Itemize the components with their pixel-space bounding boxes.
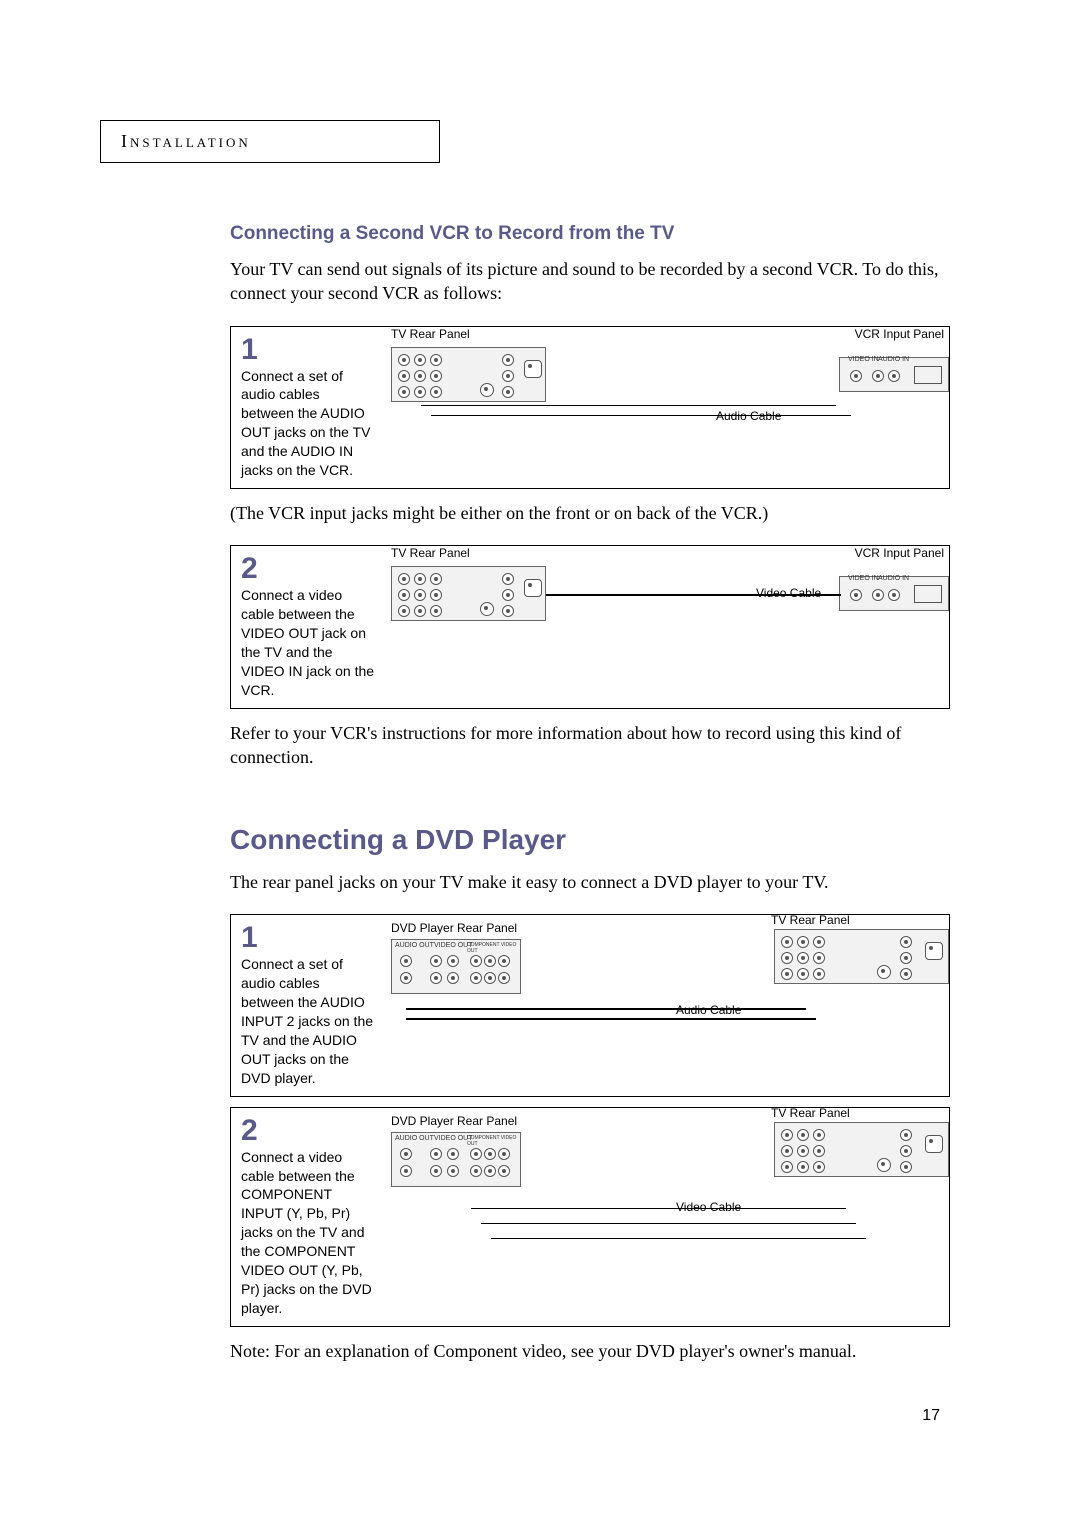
tv-rear-panel-diagram — [774, 1122, 949, 1177]
vcr-step-2: 2 Connect a video cable between the VIDE… — [230, 545, 950, 708]
diagram-area: DVD Player Rear Panel TV Rear Panel Vide… — [386, 1108, 949, 1326]
dvd-rear-panel-diagram: AUDIO OUT VIDEO OUT COMPONENT VIDEO OUT — [391, 1132, 521, 1187]
step-instruction: Connect a video cable between the COMPO­… — [241, 1148, 376, 1318]
step-text-col: 1 Connect a set of audio cables between … — [231, 915, 386, 1095]
dvd-rear-panel-label: DVD Player Rear Panel — [391, 1114, 517, 1128]
step-number: 2 — [241, 1116, 376, 1146]
step-instruction: Connect a video cable between the VIDEO … — [241, 586, 376, 699]
page-number: 17 — [922, 1407, 940, 1425]
step-instruction: Connect a set of audio cables between th… — [241, 367, 376, 480]
dvd-step-2: 2 Connect a video cable between the COMP… — [230, 1107, 950, 1327]
section-title-dvd: Connecting a DVD Player — [230, 824, 950, 856]
dvd-rear-panel-label: DVD Player Rear Panel — [391, 921, 517, 935]
step-number: 1 — [241, 335, 376, 365]
video-cable-label: Video Cable — [756, 586, 821, 600]
intro-vcr: Your TV can send out signals of its pict… — [230, 257, 950, 306]
tv-rear-panel-diagram — [774, 929, 949, 984]
diagram-area: DVD Player Rear Panel TV Rear Panel Audi… — [386, 915, 949, 1095]
vcr-input-panel-label: VCR Input Panel — [855, 327, 944, 341]
tv-rear-panel-label: TV Rear Panel — [391, 546, 470, 560]
tv-rear-panel-label: TV Rear Panel — [771, 1106, 850, 1120]
subtitle-vcr: Connecting a Second VCR to Record from t… — [230, 223, 950, 245]
audio-cable-label: Audio Cable — [676, 1003, 741, 1017]
section-header: Installation — [121, 131, 251, 151]
intro-dvd: The rear panel jacks on your TV make it … — [230, 870, 950, 894]
step-number: 1 — [241, 923, 376, 953]
dvd-step-1: 1 Connect a set of audio cables between … — [230, 914, 950, 1096]
step-text-col: 1 Connect a set of audio cables between … — [231, 327, 386, 488]
step-number: 2 — [241, 554, 376, 584]
dvd-rear-panel-diagram: AUDIO OUT VIDEO OUT COMPONENT VIDEO OUT — [391, 939, 521, 994]
diagram-area: TV Rear Panel VCR Input Panel Audio Cabl… — [386, 327, 949, 488]
video-cable-label: Video Cable — [676, 1200, 741, 1214]
step-instruction: Connect a set of audio cables between th… — [241, 955, 376, 1087]
diagram-area: TV Rear Panel VCR Input Panel Video Cabl… — [386, 546, 949, 707]
section-header-box: Installation — [100, 120, 440, 163]
vcr-input-panel-diagram: VIDEO IN AUDIO IN — [839, 576, 949, 611]
step-text-col: 2 Connect a video cable between the VIDE… — [231, 546, 386, 707]
vcr-input-panel-diagram: VIDEO IN AUDIO IN — [839, 357, 949, 392]
step-text-col: 2 Connect a video cable between the COMP… — [231, 1108, 386, 1326]
vcr-note-between: (The VCR input jacks might be either on … — [230, 501, 950, 525]
tv-rear-panel-diagram — [391, 347, 546, 402]
dvd-footnote: Note: For an explanation of Component vi… — [230, 1339, 950, 1363]
tv-rear-panel-diagram — [391, 566, 546, 621]
vcr-after-note: Refer to your VCR's instructions for mor… — [230, 721, 950, 770]
tv-rear-panel-label: TV Rear Panel — [771, 913, 850, 927]
vcr-input-panel-label: VCR Input Panel — [855, 546, 944, 560]
vcr-step-1: 1 Connect a set of audio cables between … — [230, 326, 950, 489]
tv-rear-panel-label: TV Rear Panel — [391, 327, 470, 341]
